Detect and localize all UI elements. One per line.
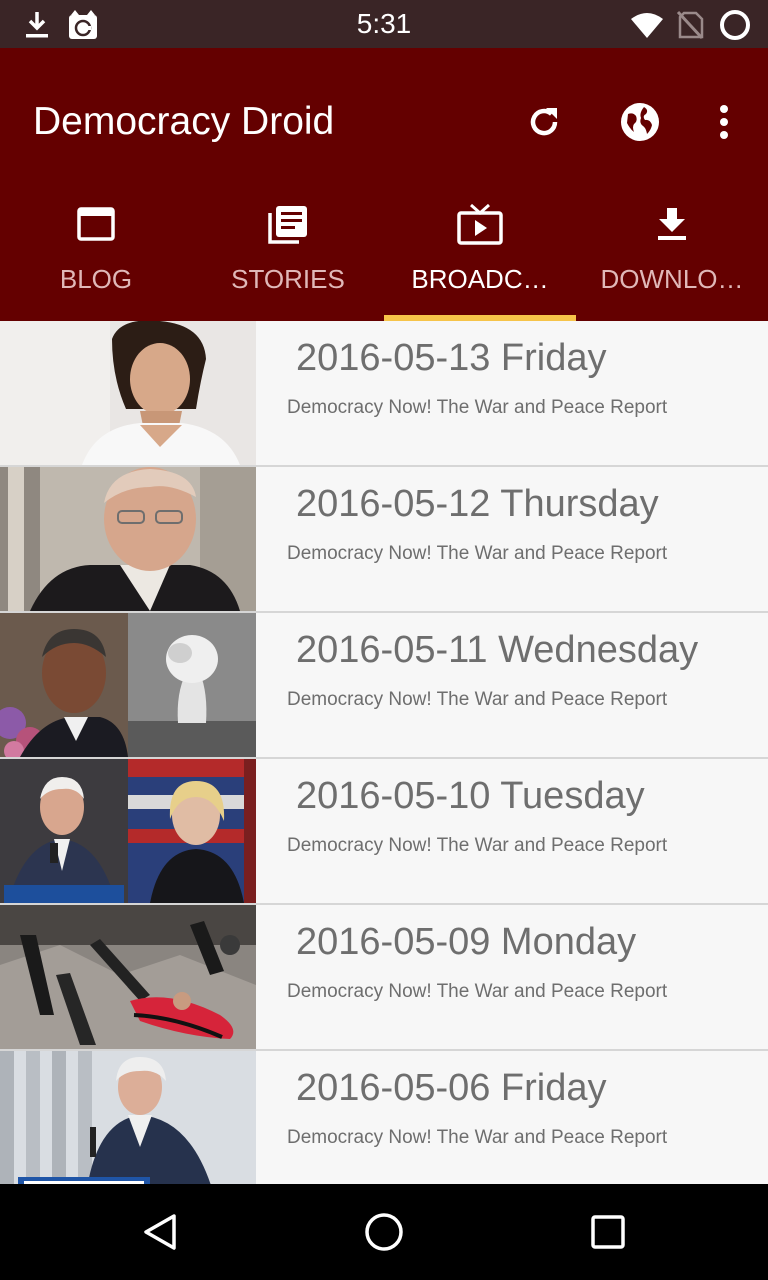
tab-broadcasts[interactable]: BROADC… [384,176,576,321]
list-item[interactable]: 2016-05-09 Monday Democracy Now! The War… [0,905,768,1051]
thumbnail-image [0,321,256,465]
tab-downloads[interactable]: DOWNLO… [576,176,768,321]
broadcast-date: 2016-05-12 Thursday [296,483,659,525]
broadcast-show: Democracy Now! The War and Peace Report [287,835,668,856]
tab-blog[interactable]: BLOG [0,176,192,321]
tab-label: BROADC… [411,264,549,294]
list-item[interactable]: 2016-05-12 Thursday Democracy Now! The W… [0,467,768,613]
tab-bar: BLOG STORIES BROADC… DOWNLO… [0,176,768,321]
thumbnail-image [0,467,256,611]
download-icon [576,202,768,246]
thumbnail-image [0,613,256,757]
broadcast-list[interactable]: 2016-05-13 Friday Democracy Now! The War… [0,321,768,1184]
broadcast-show: Democracy Now! The War and Peace Report [287,981,668,1002]
broadcast-date: 2016-05-10 Tuesday [296,775,645,817]
list-item[interactable]: 2016-05-06 Friday Democracy Now! The War… [0,1051,768,1184]
tab-stories[interactable]: STORIES [192,176,384,321]
blog-window-icon [0,202,192,246]
list-item[interactable]: 2016-05-11 Wednesday Democracy Now! The … [0,613,768,759]
navigation-bar [0,1184,768,1280]
back-icon[interactable] [136,1208,184,1256]
battery-circle-icon [718,8,752,42]
broadcast-date: 2016-05-09 Monday [296,921,637,963]
broadcast-show: Democracy Now! The War and Peace Report [287,1127,668,1148]
status-bar: 5:31 [0,0,768,48]
stories-list-icon [192,202,384,246]
wifi-icon [630,8,664,42]
tab-label: STORIES [231,264,345,294]
thumbnail-image [0,905,256,1049]
tv-play-icon [384,202,576,246]
broadcast-date: 2016-05-13 Friday [296,337,607,379]
home-icon[interactable] [360,1208,408,1256]
thumbnail-image [0,1051,256,1184]
broadcast-show: Democracy Now! The War and Peace Report [287,543,668,564]
list-item[interactable]: 2016-05-13 Friday Democracy Now! The War… [0,321,768,467]
refresh-icon[interactable] [520,98,568,146]
broadcast-date: 2016-05-06 Friday [296,1067,607,1109]
broadcast-show: Democracy Now! The War and Peace Report [287,689,668,710]
more-vert-icon[interactable] [700,98,748,146]
broadcast-date: 2016-05-11 Wednesday [296,629,699,671]
recents-icon[interactable] [584,1208,632,1256]
broadcast-show: Democracy Now! The War and Peace Report [287,397,668,418]
app-title: Democracy Droid [33,100,335,143]
tab-label: DOWNLO… [600,264,744,294]
list-item[interactable]: 2016-05-10 Tuesday Democracy Now! The Wa… [0,759,768,905]
app-bar: Democracy Droid [0,48,768,176]
tab-label: BLOG [59,264,133,294]
globe-icon[interactable] [616,98,664,146]
thumbnail-image [0,759,256,903]
no-sim-icon [673,8,707,42]
